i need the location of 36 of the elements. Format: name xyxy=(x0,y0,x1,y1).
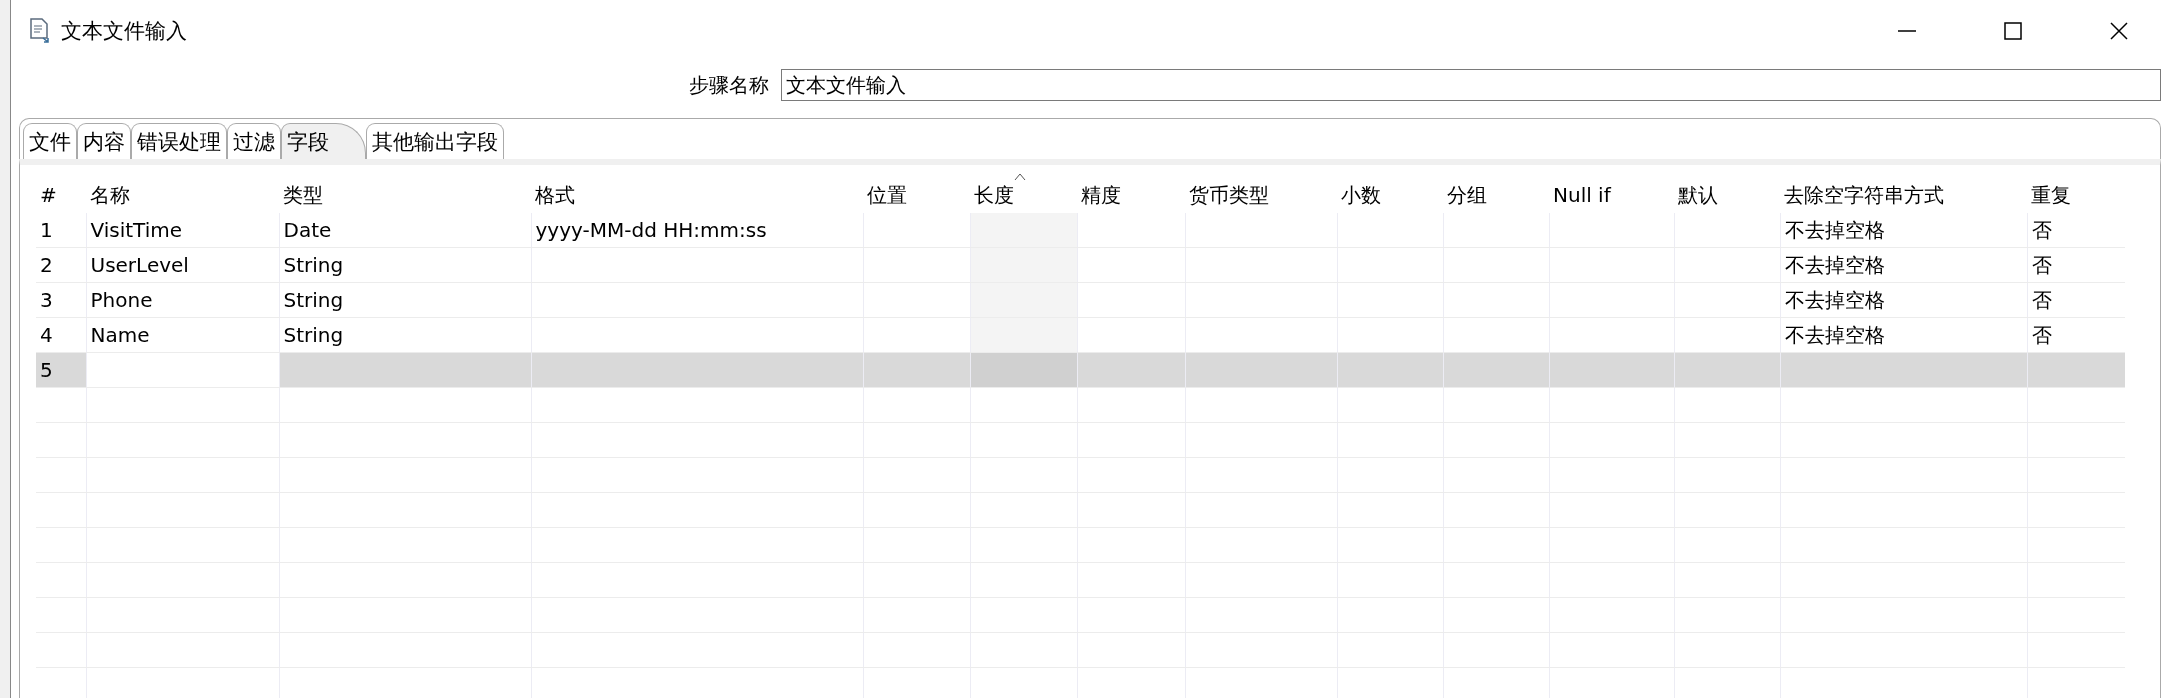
table-cell: yyyy-MM-dd HH:mm:ss xyxy=(531,213,863,248)
close-icon xyxy=(2109,21,2129,41)
table-cell: String xyxy=(279,317,531,353)
maximize-icon xyxy=(2003,21,2023,41)
tab[interactable]: 错误处理 xyxy=(131,123,227,159)
row-number: 5 xyxy=(36,352,86,388)
table-cell: 否 xyxy=(2027,317,2125,353)
table-cell: 不去掉空格 xyxy=(1780,247,2027,283)
tab[interactable]: 过滤 xyxy=(227,123,281,159)
tab[interactable]: 文件 xyxy=(23,123,77,159)
tab[interactable]: 字段 xyxy=(281,123,366,159)
step-name-field[interactable]: 文本文件输入 xyxy=(781,69,2161,101)
table-cell: Date xyxy=(279,213,531,248)
table-cell: 不去掉空格 xyxy=(1780,317,2027,353)
column-header[interactable]: 长度 xyxy=(970,177,1077,213)
table-cell: 不去掉空格 xyxy=(1780,282,2027,318)
table-cell: 否 xyxy=(2027,213,2125,248)
row-number: 2 xyxy=(36,247,86,283)
table-cell: Phone xyxy=(86,282,279,318)
table-cell: Name xyxy=(86,317,279,353)
tab[interactable]: 内容 xyxy=(77,123,131,159)
row-number: 1 xyxy=(36,213,86,248)
table-cell: 否 xyxy=(2027,247,2125,283)
table-cell: String xyxy=(279,282,531,318)
table-cell: 不去掉空格 xyxy=(1780,213,2027,248)
step-name-label: 步骤名称 xyxy=(689,71,769,99)
row-number: 4 xyxy=(36,317,86,353)
table-cell: VisitTime xyxy=(86,213,279,248)
minimize-icon xyxy=(1897,30,1917,32)
table-cell: UserLevel xyxy=(86,247,279,283)
table-cell: 否 xyxy=(2027,282,2125,318)
table-cell: String xyxy=(279,247,531,283)
window-title: 文本文件输入 xyxy=(61,18,188,45)
tab[interactable]: 其他输出字段 xyxy=(366,123,504,159)
row-number: 3 xyxy=(36,282,86,318)
document-icon xyxy=(29,18,51,44)
